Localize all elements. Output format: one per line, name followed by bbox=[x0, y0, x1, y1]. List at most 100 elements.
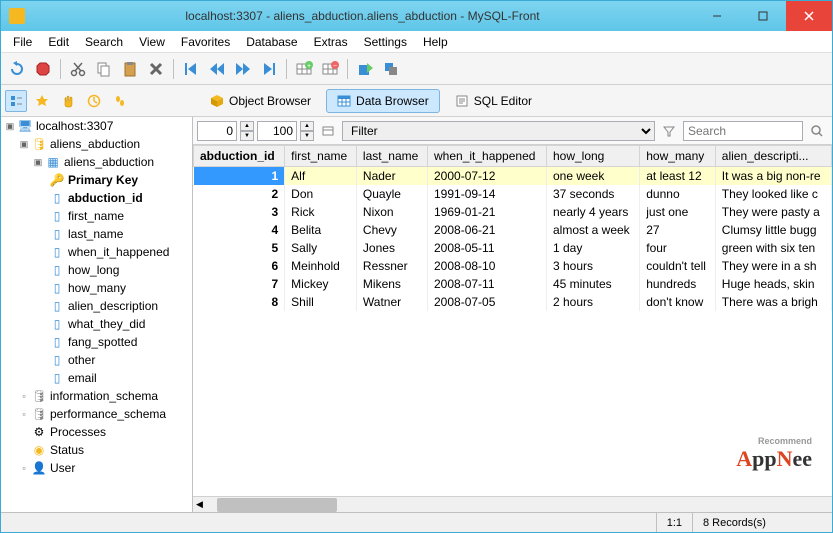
column-header[interactable]: how_long bbox=[546, 146, 639, 167]
prev-button[interactable] bbox=[205, 57, 229, 81]
data-cell[interactable]: 2008-08-10 bbox=[428, 257, 547, 275]
data-cell[interactable]: green with six ten bbox=[715, 239, 831, 257]
data-cell[interactable]: 2008-07-11 bbox=[428, 275, 547, 293]
apply-range-button[interactable] bbox=[317, 120, 339, 142]
data-cell[interactable]: There was a brigh bbox=[715, 293, 831, 311]
run-button[interactable] bbox=[353, 57, 377, 81]
table-row[interactable]: 7MickeyMikens2008-07-1145 minuteshundred… bbox=[194, 275, 832, 293]
data-cell[interactable]: They were pasty a bbox=[715, 203, 831, 221]
tree-column[interactable]: ▯what_they_did bbox=[1, 315, 192, 333]
tree-table[interactable]: ▣▦ aliens_abduction bbox=[1, 153, 192, 171]
insert-row-button[interactable]: + bbox=[292, 57, 316, 81]
id-cell[interactable]: 6 bbox=[194, 257, 285, 275]
data-cell[interactable]: Belita bbox=[285, 221, 357, 239]
menu-edit[interactable]: Edit bbox=[40, 33, 77, 51]
data-cell[interactable]: Meinhold bbox=[285, 257, 357, 275]
data-cell[interactable]: hundreds bbox=[640, 275, 716, 293]
tree-processes[interactable]: ⚙ Processes bbox=[1, 423, 192, 441]
maximize-button[interactable] bbox=[740, 1, 786, 31]
data-cell[interactable]: four bbox=[640, 239, 716, 257]
table-row[interactable]: 6MeinholdRessner2008-08-103 hourscouldn'… bbox=[194, 257, 832, 275]
column-header[interactable]: alien_descripti... bbox=[715, 146, 831, 167]
data-cell[interactable]: almost a week bbox=[546, 221, 639, 239]
tree-column[interactable]: ▯email bbox=[1, 369, 192, 387]
delete-row-button[interactable]: − bbox=[318, 57, 342, 81]
data-cell[interactable]: Rick bbox=[285, 203, 357, 221]
tree-column[interactable]: ▯fang_spotted bbox=[1, 333, 192, 351]
minimize-button[interactable] bbox=[694, 1, 740, 31]
object-browser-tab[interactable]: Object Browser bbox=[199, 89, 322, 113]
tree-user[interactable]: ▫👤 User bbox=[1, 459, 192, 477]
offset-down[interactable]: ▼ bbox=[240, 131, 254, 141]
table-row[interactable]: 5SallyJones2008-05-111 dayfourgreen with… bbox=[194, 239, 832, 257]
copy-button[interactable] bbox=[92, 57, 116, 81]
column-header[interactable]: when_it_happened bbox=[428, 146, 547, 167]
data-cell[interactable]: 2008-06-21 bbox=[428, 221, 547, 239]
tree-column[interactable]: ▯other bbox=[1, 351, 192, 369]
tree-column[interactable]: ▯alien_description bbox=[1, 297, 192, 315]
tree-column[interactable]: ▯when_it_happened bbox=[1, 243, 192, 261]
menu-help[interactable]: Help bbox=[415, 33, 456, 51]
search-input[interactable] bbox=[683, 121, 803, 141]
column-header[interactable]: abduction_id bbox=[194, 146, 285, 167]
last-button[interactable] bbox=[257, 57, 281, 81]
scrollbar-thumb[interactable] bbox=[217, 498, 337, 512]
id-cell[interactable]: 8 bbox=[194, 293, 285, 311]
limit-input[interactable] bbox=[257, 121, 297, 141]
tree-toggle-button[interactable] bbox=[5, 90, 27, 112]
tree-panel[interactable]: ▣🖥 localhost:3307 ▣🛢 aliens_abduction ▣▦… bbox=[1, 117, 193, 512]
id-cell[interactable]: 1 bbox=[194, 167, 285, 186]
data-cell[interactable]: Watner bbox=[356, 293, 427, 311]
data-cell[interactable]: 2000-07-12 bbox=[428, 167, 547, 186]
data-cell[interactable]: don't know bbox=[640, 293, 716, 311]
data-cell[interactable]: Ressner bbox=[356, 257, 427, 275]
offset-up[interactable]: ▲ bbox=[240, 121, 254, 131]
menu-settings[interactable]: Settings bbox=[356, 33, 415, 51]
data-cell[interactable]: 27 bbox=[640, 221, 716, 239]
table-row[interactable]: 1AlfNader2000-07-12one weekat least 12It… bbox=[194, 167, 832, 186]
data-cell[interactable]: Alf bbox=[285, 167, 357, 186]
id-cell[interactable]: 7 bbox=[194, 275, 285, 293]
id-cell[interactable]: 5 bbox=[194, 239, 285, 257]
tree-status[interactable]: ◉ Status bbox=[1, 441, 192, 459]
tree-information-schema[interactable]: ▫🛢 information_schema bbox=[1, 387, 192, 405]
delete-button[interactable] bbox=[144, 57, 168, 81]
data-cell[interactable]: 2008-07-05 bbox=[428, 293, 547, 311]
data-cell[interactable]: 2008-05-11 bbox=[428, 239, 547, 257]
data-cell[interactable]: 3 hours bbox=[546, 257, 639, 275]
menu-database[interactable]: Database bbox=[238, 33, 305, 51]
limit-up[interactable]: ▲ bbox=[300, 121, 314, 131]
tree-database[interactable]: ▣🛢 aliens_abduction bbox=[1, 135, 192, 153]
data-cell[interactable]: Clumsy little bugg bbox=[715, 221, 831, 239]
data-cell[interactable]: Don bbox=[285, 185, 357, 203]
clock-button[interactable] bbox=[83, 90, 105, 112]
data-cell[interactable]: Huge heads, skin bbox=[715, 275, 831, 293]
table-row[interactable]: 3RickNixon1969-01-21nearly 4 yearsjust o… bbox=[194, 203, 832, 221]
limit-down[interactable]: ▼ bbox=[300, 131, 314, 141]
data-cell[interactable]: dunno bbox=[640, 185, 716, 203]
sql-editor-tab[interactable]: SQL Editor bbox=[444, 89, 543, 113]
data-cell[interactable]: Nixon bbox=[356, 203, 427, 221]
id-cell[interactable]: 2 bbox=[194, 185, 285, 203]
tree-column[interactable]: ▯how_long bbox=[1, 261, 192, 279]
tree-column[interactable]: ▯first_name bbox=[1, 207, 192, 225]
paste-button[interactable] bbox=[118, 57, 142, 81]
data-cell[interactable]: 2 hours bbox=[546, 293, 639, 311]
column-header[interactable]: how_many bbox=[640, 146, 716, 167]
data-cell[interactable]: Shill bbox=[285, 293, 357, 311]
table-row[interactable]: 4BelitaChevy2008-06-21almost a week27Clu… bbox=[194, 221, 832, 239]
horizontal-scrollbar[interactable]: ◀ bbox=[193, 496, 832, 512]
data-cell[interactable]: 1 day bbox=[546, 239, 639, 257]
data-cell[interactable]: Nader bbox=[356, 167, 427, 186]
menu-file[interactable]: File bbox=[5, 33, 40, 51]
menu-search[interactable]: Search bbox=[77, 33, 131, 51]
data-browser-tab[interactable]: Data Browser bbox=[326, 89, 440, 113]
column-header[interactable]: first_name bbox=[285, 146, 357, 167]
menu-view[interactable]: View bbox=[131, 33, 173, 51]
first-button[interactable] bbox=[179, 57, 203, 81]
data-cell[interactable]: at least 12 bbox=[640, 167, 716, 186]
id-cell[interactable]: 3 bbox=[194, 203, 285, 221]
tree-server[interactable]: ▣🖥 localhost:3307 bbox=[1, 117, 192, 135]
hand-button[interactable] bbox=[57, 90, 79, 112]
cut-button[interactable] bbox=[66, 57, 90, 81]
